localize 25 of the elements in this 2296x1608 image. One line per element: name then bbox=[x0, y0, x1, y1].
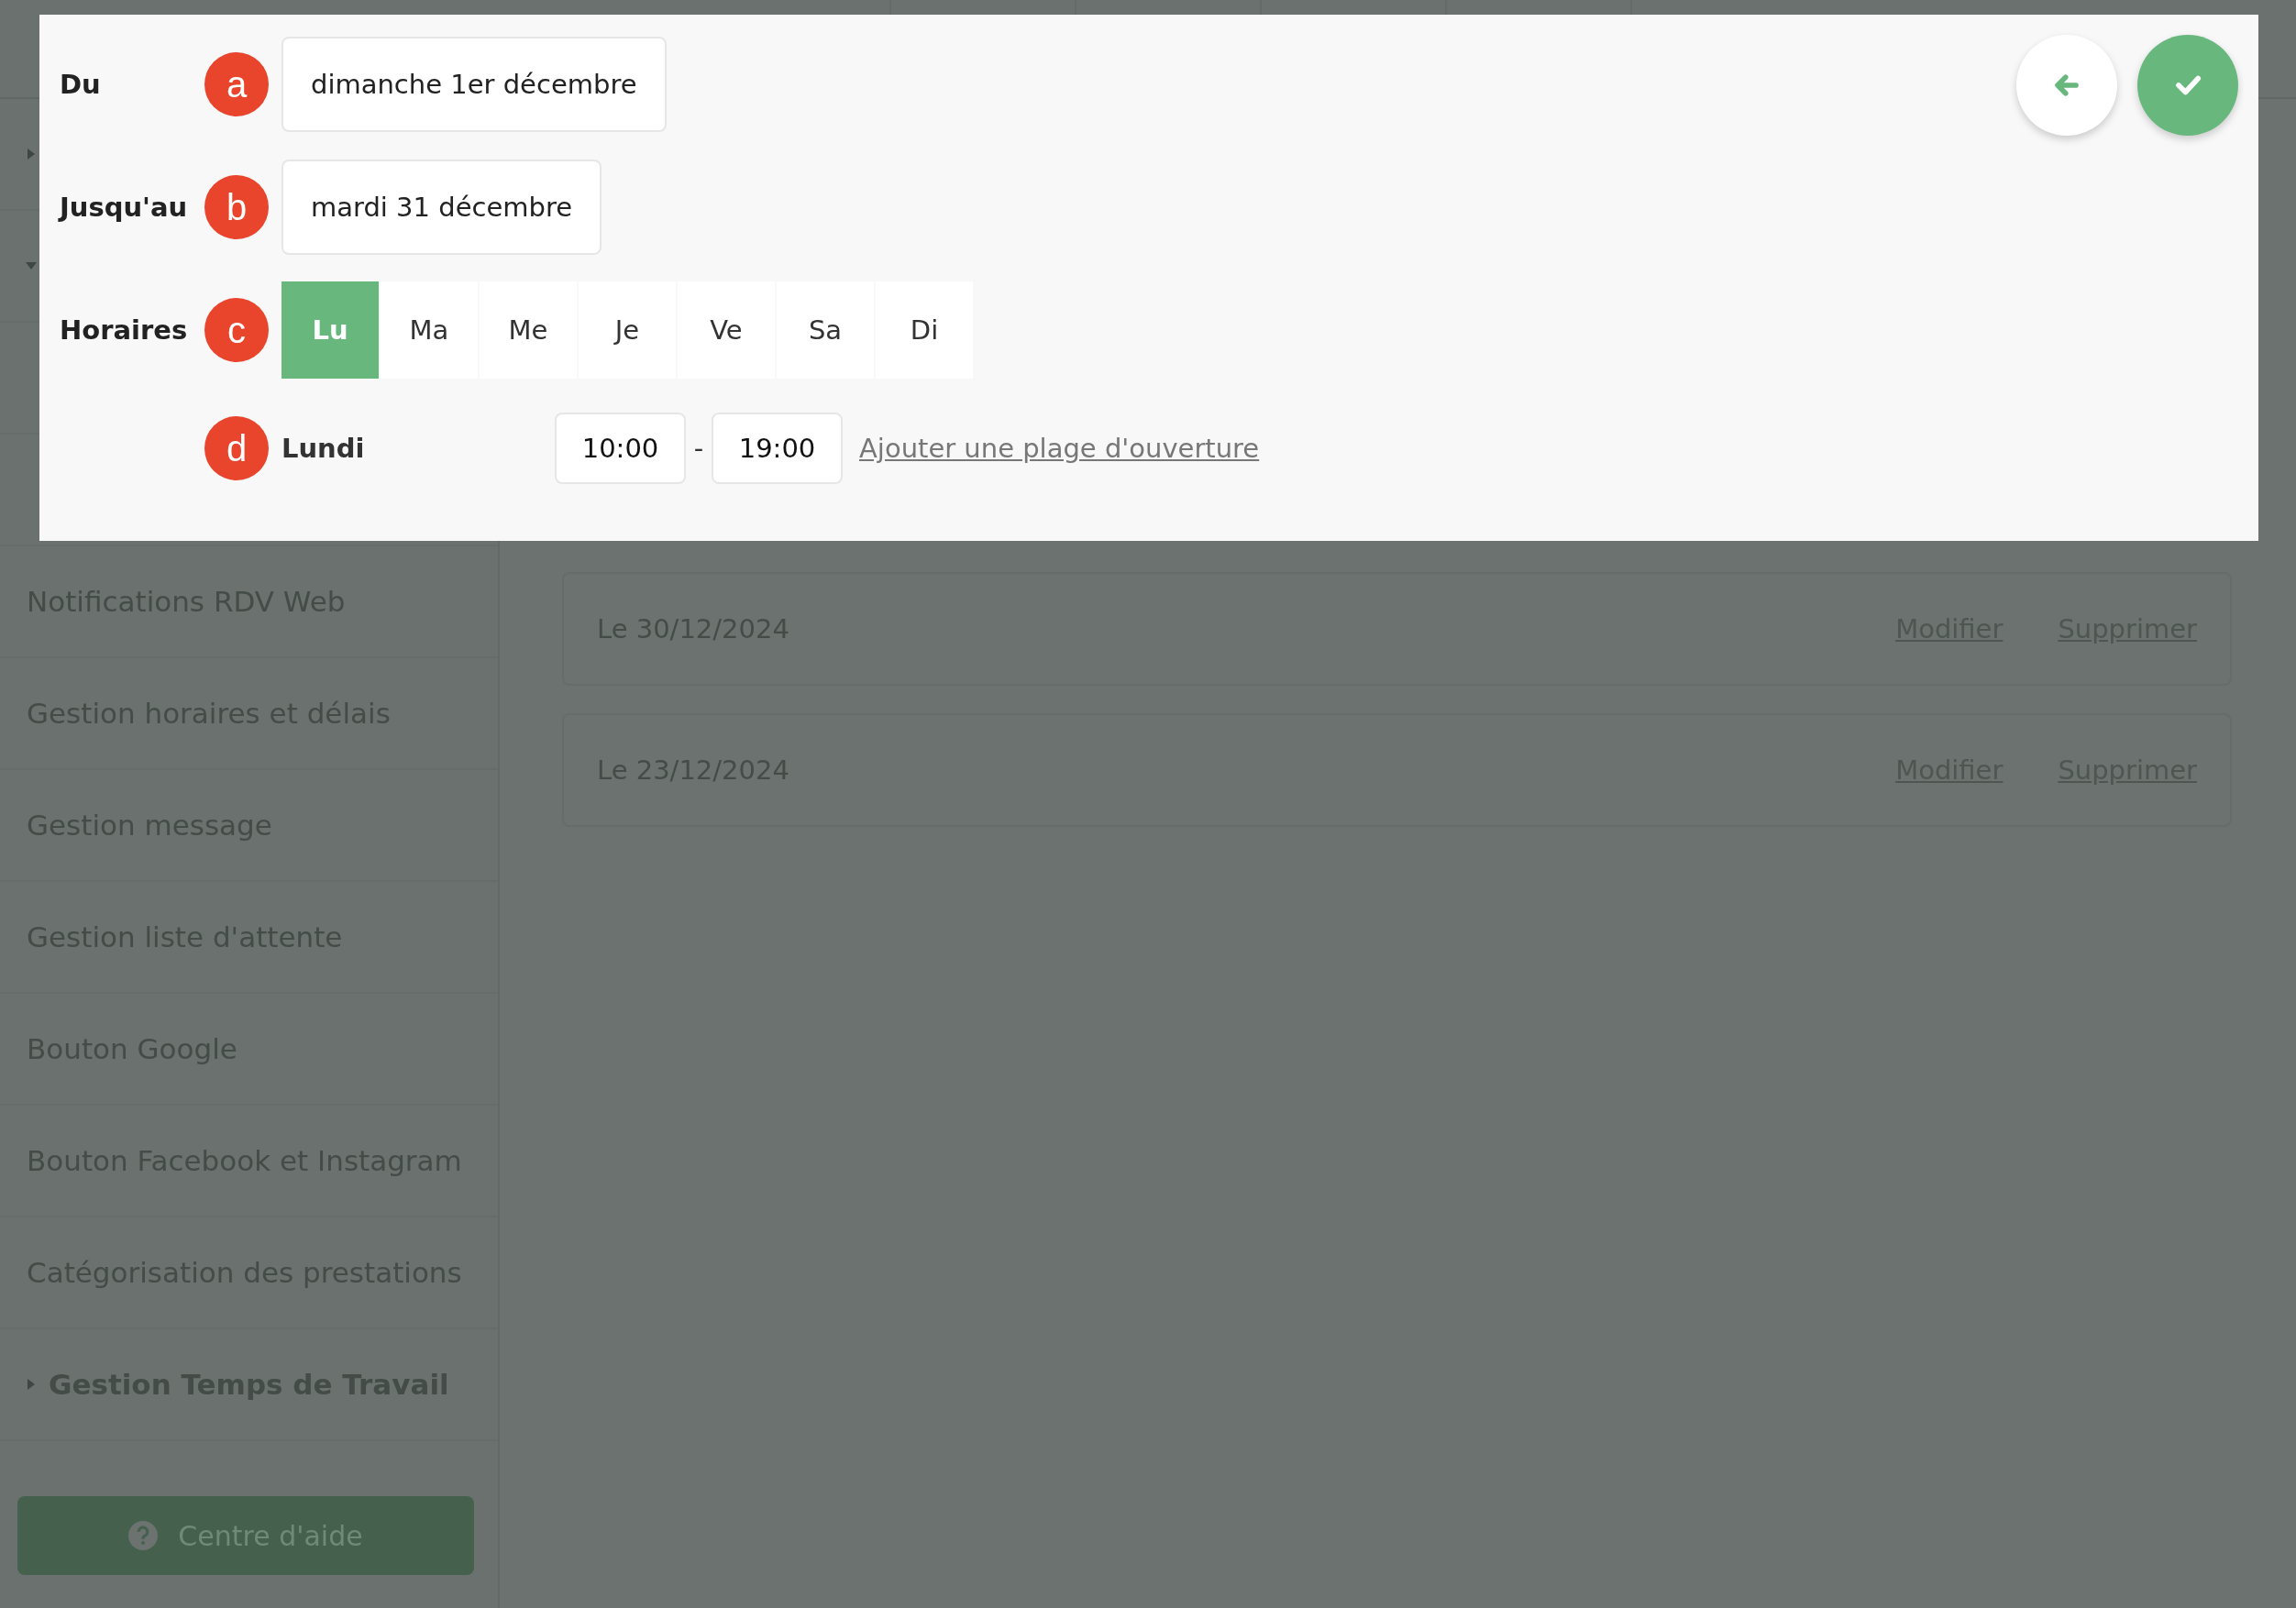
time-separator: - bbox=[692, 433, 705, 464]
day-name: Lundi bbox=[281, 433, 366, 464]
date-field[interactable]: mardi 31 décembre bbox=[281, 160, 602, 255]
field-label: Horaires bbox=[60, 314, 189, 346]
confirm-button[interactable] bbox=[2137, 35, 2238, 136]
day-tab[interactable]: Je bbox=[579, 281, 676, 379]
day-tab[interactable]: Sa bbox=[777, 281, 874, 379]
add-slot-link[interactable]: Ajouter une plage d'ouverture bbox=[859, 433, 1260, 464]
time-field[interactable]: 19:00 bbox=[712, 413, 843, 484]
step-badge: b bbox=[204, 175, 269, 239]
day-tab[interactable]: Ma bbox=[381, 281, 478, 379]
day-tab[interactable]: Me bbox=[480, 281, 577, 379]
day-tab[interactable]: Di bbox=[876, 281, 973, 379]
step-badge: d bbox=[204, 416, 269, 480]
step-badge: c bbox=[204, 298, 269, 362]
step-badge: a bbox=[204, 52, 269, 116]
time-field[interactable]: 10:00 bbox=[555, 413, 686, 484]
field-label: Du bbox=[60, 69, 102, 100]
field-label: Jusqu'au bbox=[60, 192, 189, 223]
back-button[interactable] bbox=[2016, 35, 2117, 136]
arrow-left-icon bbox=[2053, 72, 2081, 99]
day-tab[interactable]: Lu bbox=[281, 281, 379, 379]
day-tab[interactable]: Ve bbox=[678, 281, 775, 379]
question-icon bbox=[128, 1521, 159, 1550]
date-field[interactable]: dimanche 1er décembre bbox=[281, 37, 667, 132]
